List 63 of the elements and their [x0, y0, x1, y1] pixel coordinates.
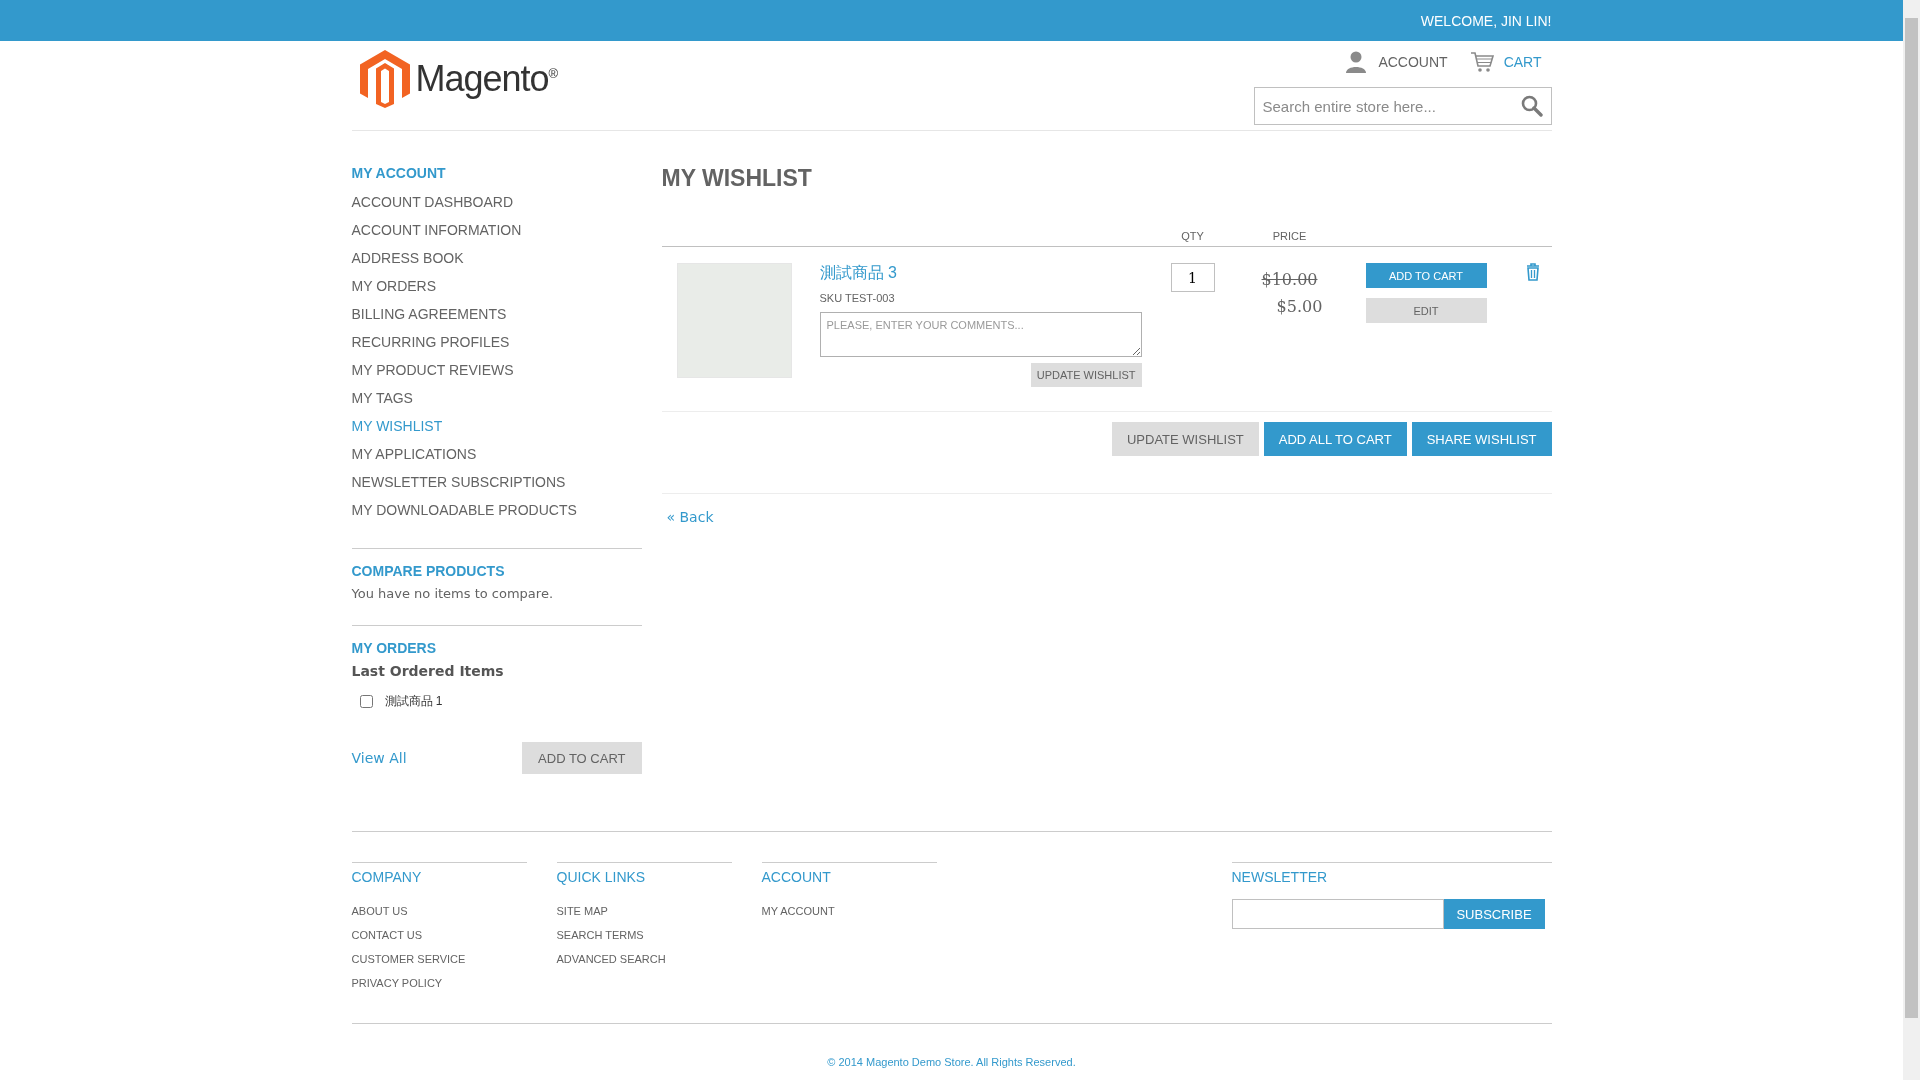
- update-wishlist-button[interactable]: UPDATE WISHLIST: [1030, 363, 1142, 387]
- footer-link[interactable]: CUSTOMER SERVICE: [351, 947, 527, 971]
- wishlist-action-button[interactable]: SHARE WISHLIST: [1411, 422, 1552, 456]
- wishlist-action-button[interactable]: ADD ALL TO CART: [1263, 422, 1407, 456]
- trash-icon[interactable]: [1525, 263, 1540, 281]
- sidebar-item[interactable]: BILLING AGREEMENTS: [351, 300, 642, 328]
- edit-button[interactable]: EDIT: [1365, 298, 1487, 323]
- page-title: MY WISHLIST: [661, 165, 813, 192]
- person-icon: [1344, 51, 1369, 73]
- compare-message: You have no items to compare.: [351, 586, 555, 601]
- search-icon[interactable]: [1520, 95, 1543, 117]
- sidebar-item[interactable]: ACCOUNT DASHBOARD: [351, 188, 642, 216]
- sidebar-item[interactable]: ADDRESS BOOK: [351, 244, 642, 272]
- compare-heading: COMPARE PRODUCTS: [351, 563, 506, 579]
- column-header: QTY: [1180, 230, 1205, 242]
- old-price: $10.00: [1261, 270, 1318, 289]
- comment-field[interactable]: PLEASE, ENTER YOUR COMMENTS...: [819, 312, 1142, 357]
- account-link[interactable]: ACCOUNT: [1344, 51, 1448, 73]
- sidebar-item[interactable]: MY TAGS: [351, 384, 642, 412]
- orders-heading: MY ORDERS: [351, 640, 438, 656]
- back-link[interactable]: « Back: [666, 509, 714, 525]
- subscribe-button[interactable]: SUBSCRIBE: [1443, 899, 1545, 929]
- price: $5.00: [1275, 297, 1323, 316]
- add-to-cart-button[interactable]: ADD TO CART: [522, 742, 642, 774]
- sidebar-heading: MY ACCOUNT: [351, 165, 447, 181]
- sidebar-item[interactable]: ACCOUNT INFORMATION: [351, 216, 642, 244]
- qty-field[interactable]: 1: [1170, 263, 1215, 292]
- footer-link[interactable]: MY ACCOUNT: [761, 899, 937, 923]
- item-checkbox[interactable]: [359, 695, 373, 708]
- ordered-item-name: 測試商品 1: [384, 693, 443, 710]
- cart-icon: [1469, 51, 1494, 73]
- newsletter-heading: NEWSLETTER: [1231, 869, 1329, 885]
- copyright-text: © 2014 Magento Demo Store. All Rights Reserved.: [827, 1056, 1076, 1068]
- footer-link[interactable]: PRIVACY POLICY: [351, 971, 527, 995]
- scrollbar[interactable]: [1903, 0, 1920, 1080]
- footer-link[interactable]: SITE MAP: [556, 899, 732, 923]
- sidebar-item[interactable]: MY DOWNLOADABLE PRODUCTS: [351, 496, 642, 524]
- orders-subtitle: Last Ordered Items: [351, 663, 505, 679]
- footer-link[interactable]: CONTACT US: [351, 923, 527, 947]
- product-sku: SKU TEST-003: [819, 292, 896, 304]
- sidebar-item[interactable]: MY WISHLIST: [351, 412, 642, 440]
- sidebar-item[interactable]: MY ORDERS: [351, 272, 642, 300]
- search-field[interactable]: Search entire store here...: [1253, 87, 1552, 125]
- footer-link[interactable]: SEARCH TERMS: [556, 923, 732, 947]
- sidebar-item[interactable]: MY PRODUCT REVIEWS: [351, 356, 642, 384]
- footer-heading: QUICK LINKS: [556, 869, 647, 885]
- sidebar-item[interactable]: MY APPLICATIONS: [351, 440, 642, 468]
- cart-link[interactable]: CART: [1469, 51, 1542, 73]
- footer-heading: COMPANY: [351, 869, 423, 885]
- sidebar-item[interactable]: NEWSLETTER SUBSCRIPTIONS: [351, 468, 642, 496]
- footer-heading: ACCOUNT: [761, 869, 832, 885]
- footer-link[interactable]: ADVANCED SEARCH: [556, 947, 732, 971]
- logo-wordmark[interactable]: Magento$^{®}$: [415, 58, 558, 100]
- column-header: PRICE: [1271, 230, 1308, 242]
- sidebar-item[interactable]: RECURRING PROFILES: [351, 328, 642, 356]
- view-all-link[interactable]: View All: [351, 750, 407, 766]
- welcome-text: WELCOME, JIN LIN!: [1420, 12, 1552, 29]
- product-name-link[interactable]: 測試商品 3: [819, 263, 1152, 284]
- logo-icon: [359, 50, 410, 108]
- newsletter-email-field[interactable]: [1231, 899, 1444, 929]
- add-to-cart-button[interactable]: ADD TO CART: [1365, 263, 1487, 288]
- footer-link[interactable]: ABOUT US: [351, 899, 527, 923]
- wishlist-action-button[interactable]: UPDATE WISHLIST: [1111, 422, 1259, 456]
